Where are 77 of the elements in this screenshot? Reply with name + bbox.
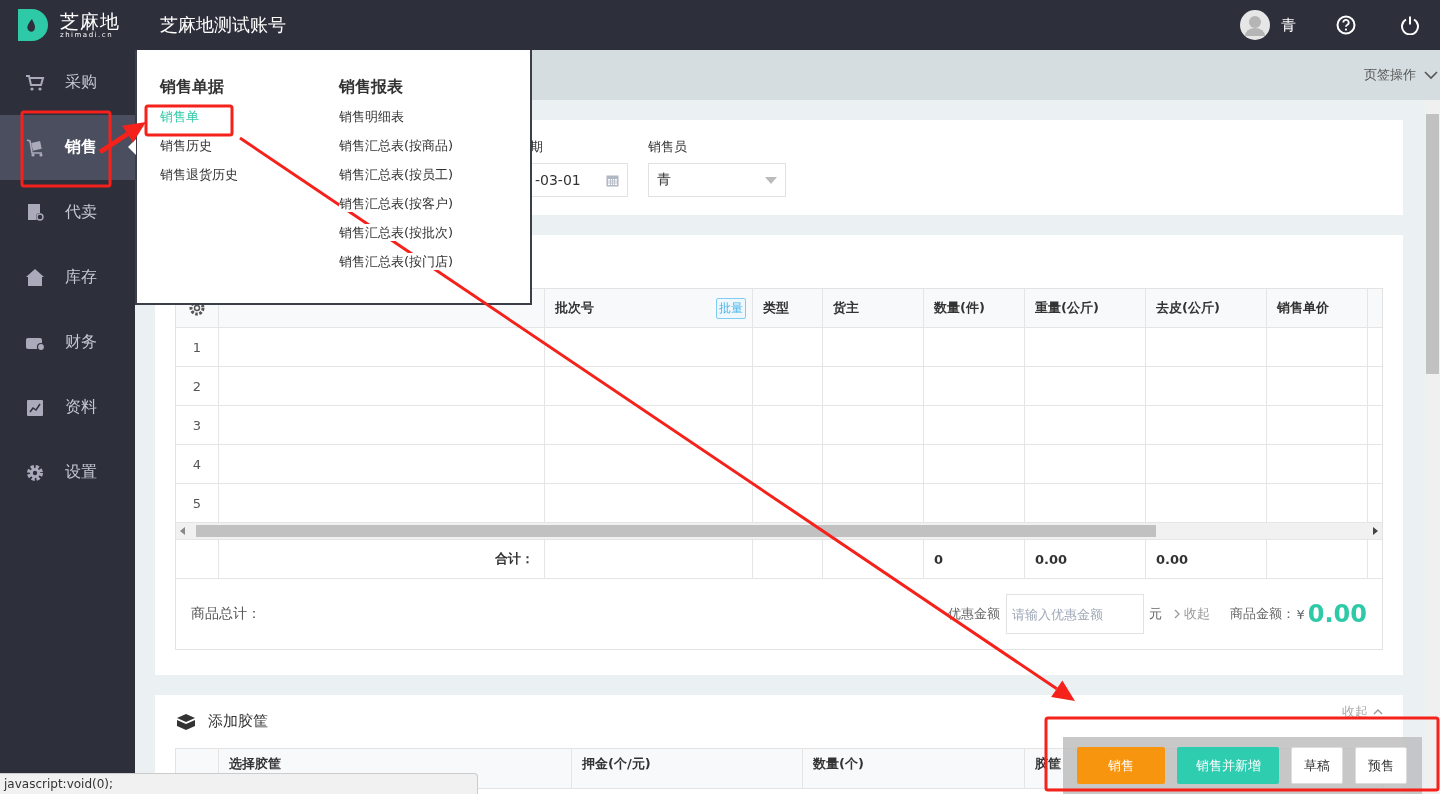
column-header: 销售单价 [1267, 289, 1368, 328]
chevron-up-icon [1373, 709, 1383, 715]
tab-actions-menu[interactable]: 页签操作 [1364, 66, 1440, 84]
table-cell [753, 445, 823, 484]
total-value: 0.00 [1146, 540, 1267, 579]
table-cell [753, 328, 823, 367]
chevron-down-icon [1424, 70, 1438, 80]
chart-icon [25, 397, 45, 418]
user-name[interactable]: 青 [1281, 15, 1296, 35]
account-title: 芝麻地测试账号 [160, 13, 286, 37]
sidebar-item[interactable]: 代卖 [0, 180, 135, 245]
action-button[interactable]: 草稿 [1291, 747, 1343, 784]
menu-item[interactable]: 销售汇总表(按商品) [339, 137, 454, 154]
menu-heading: 销售单据 [160, 77, 225, 98]
sidebar-item[interactable]: 财务 [0, 310, 135, 375]
sidebar-item[interactable]: 资料 [0, 375, 135, 440]
trolley-icon [25, 137, 45, 158]
horizontal-scrollbar[interactable] [176, 523, 1382, 540]
gear-icon [25, 462, 45, 483]
row-number: 1 [176, 328, 219, 367]
field-label: 销售员 [648, 138, 688, 156]
column-header: 押金(个/元) [572, 749, 803, 788]
column-header: 重量(公斤) [1025, 289, 1146, 328]
column-header: 数量(件) [924, 289, 1025, 328]
chevron-right-icon [1173, 609, 1180, 619]
menu-item[interactable]: 销售退货历史 [160, 166, 238, 183]
sidebar-item[interactable]: 库存 [0, 245, 135, 310]
menu-heading: 销售报表 [339, 77, 404, 98]
scroll-right-icon [1372, 527, 1378, 535]
column-header: 批次号 [555, 299, 594, 317]
unit-label: 元 [1148, 605, 1162, 623]
boxes-icon [177, 713, 195, 730]
house-icon [25, 267, 45, 288]
menu-item[interactable]: 销售汇总表(按员工) [339, 166, 454, 183]
total-value: 0.00 [1025, 540, 1146, 579]
row-number: 4 [176, 445, 219, 484]
field-label: 期 [530, 138, 544, 156]
logo-text: 芝麻地 [60, 11, 120, 31]
amount-label: 商品金额： [1229, 605, 1295, 623]
column-header: 数量(个) [803, 749, 1025, 788]
document-icon [25, 202, 45, 223]
menu-item[interactable]: 销售历史 [160, 137, 212, 154]
table-cell [753, 540, 823, 579]
sidebar-item[interactable]: 销售 [0, 115, 135, 180]
menu-item[interactable]: 销售汇总表(按批次) [339, 224, 454, 241]
total-value: 0 [924, 540, 1025, 579]
cart-icon [25, 72, 45, 93]
summary-label: 商品总计： [191, 605, 261, 623]
annotation-arrow [98, 122, 146, 155]
column-header: 货主 [823, 289, 924, 328]
total-label: 合计： [219, 540, 545, 579]
table-cell [753, 367, 823, 406]
table-cell [753, 406, 823, 445]
column-header: 类型 [753, 289, 823, 328]
sidebar-item[interactable]: 采购 [0, 50, 135, 115]
power-icon[interactable] [1400, 15, 1420, 35]
logo-icon [18, 9, 48, 41]
caret-icon [765, 176, 777, 184]
row-number: 2 [176, 367, 219, 406]
avatar-icon [1240, 10, 1270, 40]
sidebar-item[interactable]: 设置 [0, 440, 135, 505]
section-title: 添加胶筐 [208, 712, 268, 731]
column-header: 去皮(公斤) [1146, 289, 1267, 328]
calendar-icon [606, 173, 619, 187]
help-icon[interactable] [1336, 15, 1356, 35]
menu-item[interactable]: 销售明细表 [339, 108, 404, 125]
action-button[interactable]: 预售 [1355, 747, 1407, 784]
scrollbar[interactable] [1425, 100, 1440, 794]
row-number: 3 [176, 406, 219, 445]
currency-sign: ¥ [1296, 606, 1305, 622]
select-field[interactable]: 青 [648, 163, 786, 197]
amount-value: 0.00 [1307, 600, 1367, 628]
discount-field[interactable]: 请输入优惠金额 [1005, 594, 1144, 634]
menu-item[interactable]: 销售汇总表(按客户) [339, 195, 454, 212]
scroll-left-icon [180, 527, 186, 535]
menu-item[interactable]: 销售汇总表(按门店) [339, 253, 454, 270]
status-bar: javascript:void(0); [0, 773, 478, 794]
